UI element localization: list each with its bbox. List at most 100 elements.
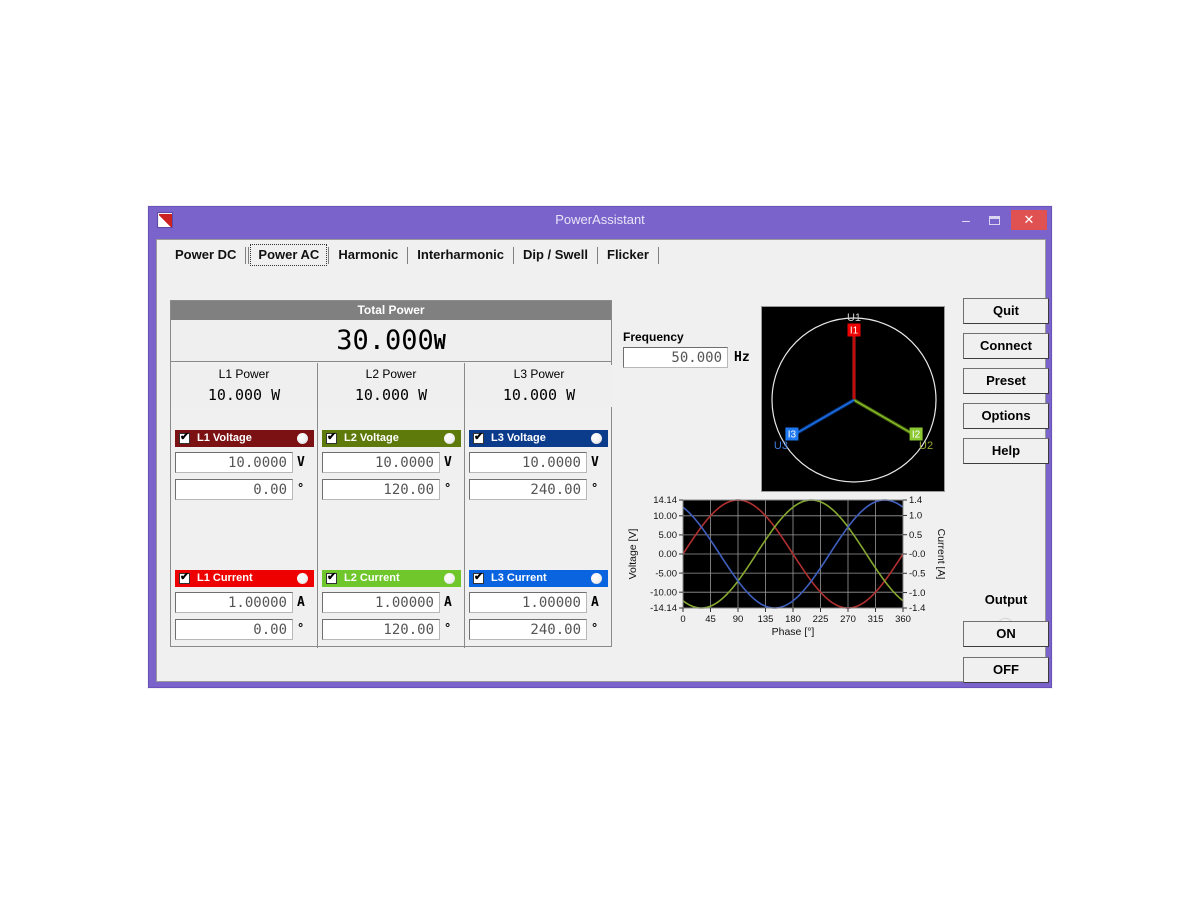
voltage-amplitude-unit-l2: V <box>444 452 452 473</box>
current-label-l1: L1 Current <box>197 572 253 584</box>
current-header-l3: L3 Current <box>469 570 608 587</box>
voltage-led-icon-l1 <box>297 433 308 444</box>
tab-power-dc[interactable]: Power DC <box>167 244 244 266</box>
voltage-checkbox-l1[interactable] <box>179 433 190 444</box>
voltage-amplitude-row-l3: 10.0000V <box>469 452 608 474</box>
voltage-led-icon-l3 <box>591 433 602 444</box>
phase-power-unit-l2: W <box>409 386 427 404</box>
phasor-label-i3: I3 <box>785 428 798 441</box>
voltage-amplitude-input-l2[interactable]: 10.0000 <box>322 452 440 473</box>
chart-xticklabel: 225 <box>813 614 829 625</box>
current-angle-row-l2: 120.00° <box>322 619 461 641</box>
voltage-checkbox-l3[interactable] <box>473 433 484 444</box>
voltage-amplitude-unit-l1: V <box>297 452 305 473</box>
chart-y2ticklabel: -0.0 <box>909 549 925 560</box>
voltage-label-l2: L2 Voltage <box>344 432 399 444</box>
tab-power-ac[interactable]: Power AC <box>250 244 327 266</box>
voltage-amplitude-unit-l3: V <box>591 452 599 473</box>
voltage-group-l2: L2 Voltage10.0000V120.00° <box>322 430 461 501</box>
phasor-label-u3: U3 <box>774 440 788 452</box>
phase-power-unit-l1: W <box>262 386 280 404</box>
voltage-amplitude-input-l3[interactable]: 10.0000 <box>469 452 587 473</box>
voltage-angle-input-l2[interactable]: 120.00 <box>322 479 440 500</box>
current-angle-row-l3: 240.00° <box>469 619 608 641</box>
voltage-angle-row-l1: 0.00° <box>175 479 314 501</box>
tab-flicker[interactable]: Flicker <box>599 244 657 266</box>
voltage-header-l3: L3 Voltage <box>469 430 608 447</box>
chart-xticklabel: 135 <box>758 614 774 625</box>
current-amplitude-input-l3[interactable]: 1.00000 <box>469 592 587 613</box>
current-led-icon-l1 <box>297 573 308 584</box>
preset-button[interactable]: Preset <box>963 368 1049 394</box>
current-amplitude-unit-l2: A <box>444 592 452 613</box>
chart-yticklabel: -5.00 <box>655 568 677 579</box>
waveform-chart: -14.14-10.00-5.000.005.0010.0014.14-1.4-… <box>623 493 945 648</box>
voltage-label-l1: L1 Voltage <box>197 432 252 444</box>
voltage-led-icon-l2 <box>444 433 455 444</box>
total-power-unit: W <box>434 330 446 354</box>
phase-power-number-l3: 10.000 <box>503 386 557 404</box>
current-angle-unit-l1: ° <box>297 619 304 640</box>
voltage-angle-input-l1[interactable]: 0.00 <box>175 479 293 500</box>
chart-xlabel: Phase [°] <box>772 626 815 638</box>
frequency-unit: Hz <box>734 347 750 368</box>
tab-separator <box>658 247 659 264</box>
phase-column-l2: L2 Power10.000 WL2 Voltage10.0000V120.00… <box>318 363 465 648</box>
chart-yticklabel: -14.14 <box>650 603 677 614</box>
voltage-angle-row-l2: 120.00° <box>322 479 461 501</box>
phasor-current-vector-i3 <box>790 400 854 437</box>
current-amplitude-input-l2[interactable]: 1.00000 <box>322 592 440 613</box>
frequency-input[interactable]: 50.000 <box>623 347 728 368</box>
minimize-button[interactable]: – <box>953 210 979 230</box>
title-bar: PowerAssistant – ✕ <box>149 207 1051 233</box>
current-label-l3: L3 Current <box>491 572 547 584</box>
total-power-number: 30.000 <box>336 325 434 356</box>
voltage-amplitude-row-l2: 10.0000V <box>322 452 461 474</box>
quit-button[interactable]: Quit <box>963 298 1049 324</box>
chart-xticklabel: 45 <box>705 614 716 625</box>
phase-power-label-l3: L3 Power <box>465 365 613 383</box>
waveform-svg: -14.14-10.00-5.000.005.0010.0014.14-1.4-… <box>623 493 945 648</box>
output-off-button[interactable]: OFF <box>963 657 1049 683</box>
phase-column-l1: L1 Power10.000 WL1 Voltage10.0000V0.00°L… <box>171 363 318 648</box>
current-angle-input-l3[interactable]: 240.00 <box>469 619 587 640</box>
tab-harmonic[interactable]: Harmonic <box>330 244 406 266</box>
phasor-label-i2: I2 <box>910 428 923 441</box>
tab-dip-swell[interactable]: Dip / Swell <box>515 244 596 266</box>
current-angle-input-l2[interactable]: 120.00 <box>322 619 440 640</box>
tab-separator <box>248 247 249 264</box>
voltage-group-l1: L1 Voltage 10.0000V 0.00° <box>175 430 314 501</box>
phase-power-value-l1: 10.000 W <box>171 383 317 407</box>
output-on-button[interactable]: ON <box>963 621 1049 647</box>
current-led-icon-l3 <box>591 573 602 584</box>
current-checkbox-l2[interactable] <box>326 573 337 584</box>
current-angle-input-l1[interactable]: 0.00 <box>175 619 293 640</box>
tab-interharmonic[interactable]: Interharmonic <box>409 244 512 266</box>
total-power-header: Total Power <box>171 301 611 320</box>
close-icon[interactable]: ✕ <box>1011 210 1047 230</box>
chart-xticklabel: 270 <box>840 614 856 625</box>
current-checkbox-l3[interactable] <box>473 573 484 584</box>
voltage-angle-input-l3[interactable]: 240.00 <box>469 479 587 500</box>
current-amplitude-input-l1[interactable]: 1.00000 <box>175 592 293 613</box>
svg-text:I3: I3 <box>788 430 797 441</box>
connect-button[interactable]: Connect <box>963 333 1049 359</box>
voltage-angle-unit-l2: ° <box>444 479 451 500</box>
help-button[interactable]: Help <box>963 438 1049 464</box>
current-amplitude-row-l1: 1.00000A <box>175 592 314 614</box>
svg-text:U3: U3 <box>774 440 788 452</box>
voltage-checkbox-l2[interactable] <box>326 433 337 444</box>
phase-power-value-l3: 10.000 W <box>465 383 613 407</box>
maximize-button[interactable] <box>981 210 1007 230</box>
svg-text:U1: U1 <box>847 312 861 324</box>
chart-yticklabel: 10.00 <box>653 511 677 522</box>
tab-separator <box>245 247 246 264</box>
current-group-l1: L1 Current 1.00000A 0.00° <box>175 570 314 641</box>
options-button[interactable]: Options <box>963 403 1049 429</box>
voltage-amplitude-input-l1[interactable]: 10.0000 <box>175 452 293 473</box>
current-checkbox-l1[interactable] <box>179 573 190 584</box>
screenshot-canvas: PowerAssistant – ✕ Power DC Power ACHarmo… <box>0 0 1200 900</box>
phase-power-label-l2: L2 Power <box>318 365 464 383</box>
chart-yticklabel: 5.00 <box>659 530 678 541</box>
tab-separator <box>597 247 598 264</box>
